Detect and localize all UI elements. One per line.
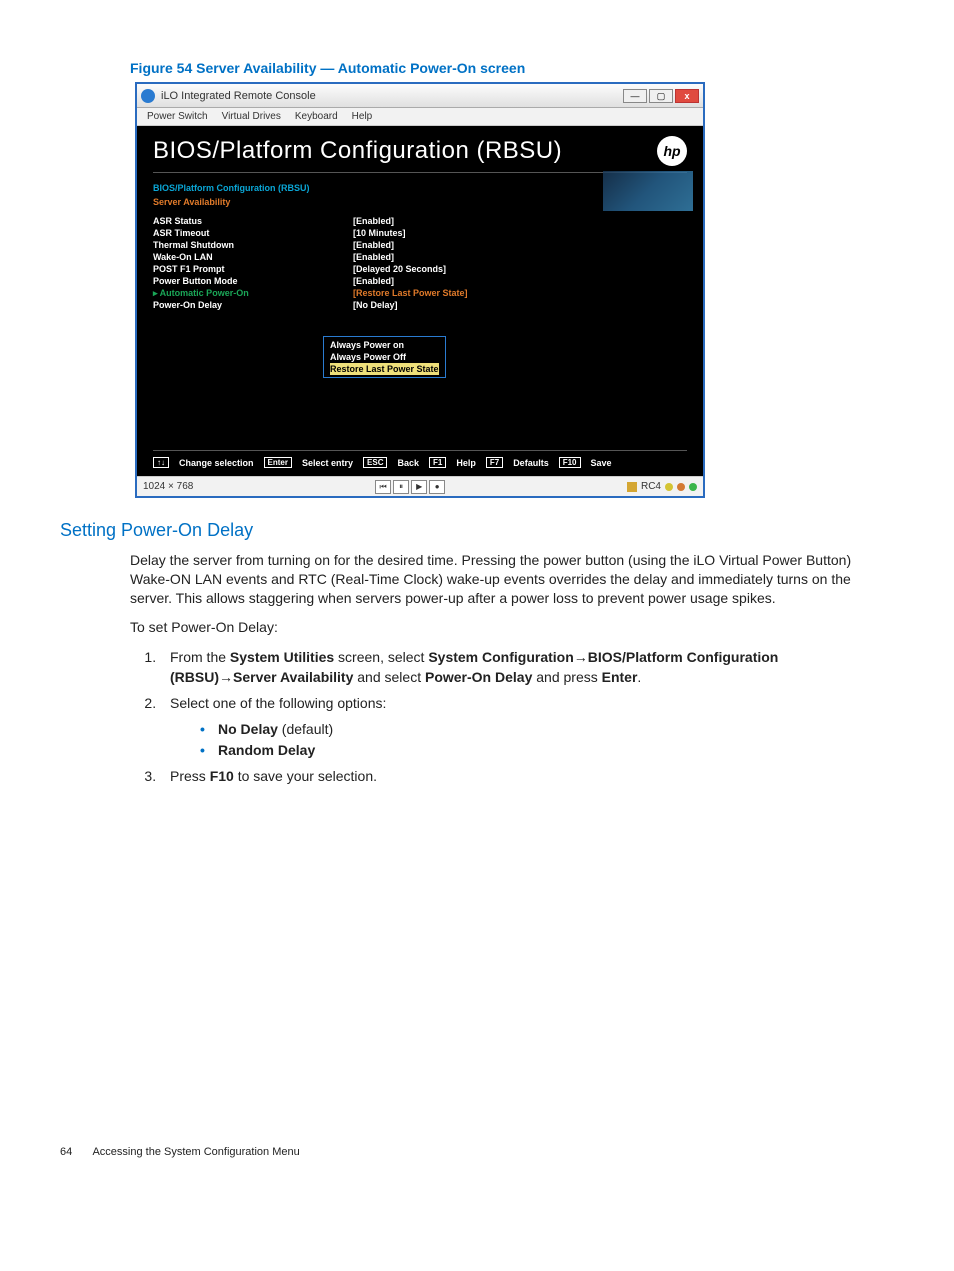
figure-caption: Figure 54 Server Availability — Automati… <box>130 60 894 76</box>
setting-value: [Enabled] <box>353 275 687 287</box>
hp-logo-icon: hp <box>657 136 687 166</box>
status-dot-yellow-icon <box>665 483 673 491</box>
step-3: Press F10 to save your selection. <box>160 766 874 786</box>
setting-value: [Enabled] <box>353 215 687 227</box>
arrow-icon: → <box>574 649 588 665</box>
section-heading: Setting Power-On Delay <box>60 520 894 541</box>
setting-label[interactable]: Thermal Shutdown <box>153 239 353 251</box>
bios-settings-list: ASR Status ASR Timeout Thermal Shutdown … <box>153 215 687 311</box>
status-btn-record-icon[interactable]: ● <box>429 480 445 494</box>
screenshot-window: iLO Integrated Remote Console — ▢ x Powe… <box>135 82 705 498</box>
bios-title: BIOS/Platform Configuration (RBSU) <box>153 137 562 165</box>
setting-value: [Enabled] <box>353 251 687 263</box>
step-1: From the System Utilities screen, select… <box>160 647 874 688</box>
key-enter-icon: Enter <box>264 457 292 468</box>
minimize-button[interactable]: — <box>623 89 647 103</box>
setting-value: [Delayed 20 Seconds] <box>353 263 687 275</box>
console-statusbar: 1024 × 768 ⏮ ⏸ ▶ ● RC4 <box>137 476 703 496</box>
section-para-1: Delay the server from turning on for the… <box>130 551 874 608</box>
status-btn-rewind-icon[interactable]: ⏮ <box>375 480 391 494</box>
option-no-delay: No Delay (default) <box>200 719 874 739</box>
setting-label[interactable]: Power Button Mode <box>153 275 353 287</box>
key-f7-icon: F7 <box>486 457 503 468</box>
status-btn-play-icon[interactable]: ▶ <box>411 480 427 494</box>
page-number: 64 <box>60 1146 90 1158</box>
step-2: Select one of the following options: No … <box>160 693 874 760</box>
popup-option[interactable]: Always Power Off <box>330 351 439 363</box>
setting-value: [10 Minutes] <box>353 227 687 239</box>
resolution-label: 1024 × 768 <box>143 481 193 492</box>
setting-label[interactable]: Power-On Delay <box>153 299 353 311</box>
status-btn-pause-icon[interactable]: ⏸ <box>393 480 409 494</box>
footer-title: Accessing the System Configuration Menu <box>92 1146 299 1158</box>
option-random-delay: Random Delay <box>200 740 874 760</box>
key-f1-icon: F1 <box>429 457 446 468</box>
menu-help[interactable]: Help <box>352 111 373 122</box>
rc-label: RC4 <box>641 481 661 492</box>
status-dot-orange-icon <box>677 483 685 491</box>
window-menubar: Power Switch Virtual Drives Keyboard Hel… <box>137 108 703 126</box>
status-dot-green-icon <box>689 483 697 491</box>
setting-value: [No Delay] <box>353 299 687 311</box>
window-title: iLO Integrated Remote Console <box>161 90 623 102</box>
setting-value-selected: [Restore Last Power State] <box>353 287 687 299</box>
setting-label[interactable]: Wake-On LAN <box>153 251 353 263</box>
menu-virtual-drives[interactable]: Virtual Drives <box>222 111 281 122</box>
arrow-icon: → <box>219 669 233 685</box>
popup-option-selected[interactable]: Restore Last Power State <box>330 363 439 375</box>
key-arrows-icon: ↑↓ <box>153 457 169 468</box>
server-image-icon <box>603 171 693 211</box>
close-button[interactable]: x <box>675 89 699 103</box>
steps-list: From the System Utilities screen, select… <box>160 647 874 787</box>
key-f10-icon: F10 <box>559 457 581 468</box>
maximize-button[interactable]: ▢ <box>649 89 673 103</box>
menu-power-switch[interactable]: Power Switch <box>147 111 208 122</box>
lock-icon <box>627 482 637 492</box>
bios-screen: BIOS/Platform Configuration (RBSU) hp BI… <box>137 126 703 476</box>
key-esc-icon: ESC <box>363 457 387 468</box>
bios-key-hints: ↑↓Change selection EnterSelect entry ESC… <box>153 450 687 468</box>
page-footer: 64 Accessing the System Configuration Me… <box>60 1146 894 1158</box>
setting-label[interactable]: POST F1 Prompt <box>153 263 353 275</box>
window-titlebar: iLO Integrated Remote Console — ▢ x <box>137 84 703 108</box>
setting-label[interactable]: ASR Status <box>153 215 353 227</box>
setting-value: [Enabled] <box>353 239 687 251</box>
setting-label[interactable]: ASR Timeout <box>153 227 353 239</box>
section-para-2: To set Power-On Delay: <box>130 618 874 637</box>
setting-label-selected[interactable]: ▸ Automatic Power-On <box>153 287 353 299</box>
ilo-icon <box>141 89 155 103</box>
menu-keyboard[interactable]: Keyboard <box>295 111 338 122</box>
option-popup[interactable]: Always Power on Always Power Off Restore… <box>323 336 446 378</box>
popup-option[interactable]: Always Power on <box>330 339 439 351</box>
